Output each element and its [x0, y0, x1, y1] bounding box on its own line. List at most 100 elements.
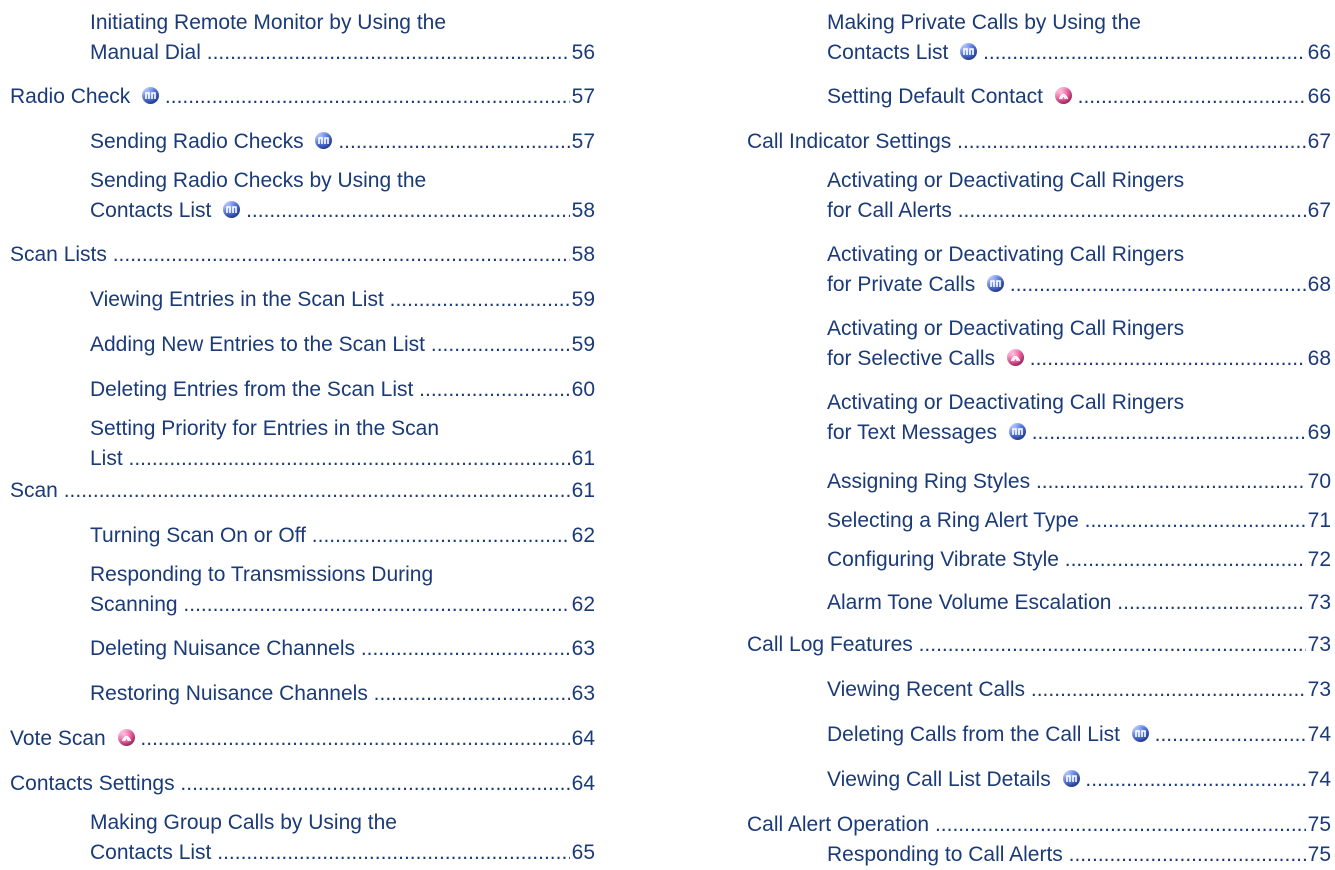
toc-entry-title: Viewing Entries in the Scan List — [90, 288, 390, 311]
toc-entry-title: Restoring Nuisance Channels — [90, 682, 374, 705]
toc-entry[interactable]: Viewing Call List Details 74 — [827, 765, 1331, 795]
toc-entry-page-number: 61 — [571, 479, 595, 502]
toc-entry[interactable]: Configuring Vibrate Style 72 — [827, 545, 1331, 575]
toc-entry-page-number: 66 — [1307, 85, 1331, 108]
toc-entry[interactable]: Assigning Ring Styles 70 — [827, 467, 1331, 497]
toc-entry-page-number: 62 — [571, 593, 595, 616]
digital-mode-icon — [1062, 770, 1080, 787]
toc-entry-title: Adding New Entries to the Scan List — [90, 333, 431, 356]
toc-entry-page-number: 74 — [1307, 723, 1331, 746]
toc-entry-title-line: Activating or Deactivating Call Ringers — [827, 243, 1185, 266]
toc-entry[interactable]: Making Private Calls by Using the Contact… — [827, 8, 1331, 68]
toc-entry-leader: Alarm Tone Volume Escalation — [827, 588, 1306, 618]
toc-entry-title: Viewing Recent Calls — [827, 678, 1031, 701]
toc-entry-page-number: 58 — [571, 199, 595, 222]
toc-entry-title: Deleting Nuisance Channels — [90, 637, 361, 660]
toc-entry-title: Turning Scan On or Off — [90, 524, 312, 547]
toc-entry[interactable]: Sending Radio Checks by Using the Contact… — [90, 166, 595, 226]
toc-entry[interactable]: Call Indicator Settings 67 — [747, 127, 1331, 157]
toc-entry-leader: Radio Check — [10, 82, 570, 112]
toc-entry-title-line: Responding to Transmissions During — [90, 563, 434, 586]
digital-mode-icon — [315, 132, 333, 149]
toc-entry-title: Radio Check — [10, 85, 137, 108]
toc-entry-title: Contacts Settings — [10, 772, 181, 795]
toc-entry[interactable]: Alarm Tone Volume Escalation 73 — [827, 588, 1331, 618]
toc-entry[interactable]: Setting Priority for Entries in the Scan… — [90, 414, 595, 474]
toc-entry[interactable]: Deleting Entries from the Scan List 60 — [90, 375, 595, 405]
toc-entry-title-line: Activating or Deactivating Call Ringers — [827, 169, 1185, 192]
toc-entry-leader: Deleting Nuisance Channels — [90, 634, 570, 664]
analog-mode-icon — [117, 729, 135, 746]
toc-entry-leader: Turning Scan On or Off — [90, 521, 570, 551]
toc-entry-leader: Restoring Nuisance Channels — [90, 679, 570, 709]
toc-entry[interactable]: Scan 61 — [10, 476, 595, 506]
toc-entry[interactable]: Call Log Features 73 — [747, 630, 1331, 660]
toc-entry-page-number: 67 — [1307, 199, 1331, 222]
toc-entry-title-line: Setting Priority for Entries in the Scan — [90, 417, 439, 440]
toc-entry[interactable]: Scan Lists 58 — [10, 240, 595, 270]
toc-entry-leader: Scan — [10, 476, 570, 506]
toc-entry-title: for Private Calls — [827, 273, 982, 296]
toc-entry[interactable]: Making Group Calls by Using the Contacts … — [90, 808, 595, 868]
toc-entry[interactable]: Setting Default Contact 66 — [827, 82, 1331, 112]
toc-entry[interactable]: Activating or Deactivating Call Ringers f… — [827, 314, 1331, 374]
toc-entry-leader: Setting Default Contact — [827, 82, 1306, 112]
toc-entry[interactable]: Viewing Entries in the Scan List 59 — [90, 285, 595, 315]
toc-entry[interactable]: Activating or Deactivating Call Ringers f… — [827, 388, 1331, 448]
toc-entry-title: Scanning — [90, 593, 184, 616]
toc-entry[interactable]: Viewing Recent Calls 73 — [827, 675, 1331, 705]
toc-entry-title: Viewing Call List Details — [827, 768, 1057, 791]
toc-entry-title: for Call Alerts — [827, 199, 958, 222]
toc-entry[interactable]: Vote Scan 64 — [10, 724, 595, 754]
toc-entry[interactable]: Radio Check 57 — [10, 82, 595, 112]
toc-entry-page-number: 63 — [571, 637, 595, 660]
toc-entry[interactable]: Selecting a Ring Alert Type 71 — [827, 506, 1331, 536]
toc-entry[interactable]: Initiating Remote Monitor by Using the Ma… — [90, 8, 595, 68]
toc-entry[interactable]: Deleting Nuisance Channels 63 — [90, 634, 595, 664]
toc-entry[interactable]: Responding to Call Alerts 75 — [827, 840, 1331, 870]
toc-entry-page-number: 70 — [1307, 470, 1331, 493]
toc-entry-leader: for Selective Calls — [827, 344, 1306, 374]
toc-entry-leader: Viewing Entries in the Scan List — [90, 285, 570, 315]
toc-entry-title: Contacts List — [827, 41, 955, 64]
toc-entry[interactable]: Deleting Calls from the Call List 74 — [827, 720, 1331, 750]
toc-entry-leader: Sending Radio Checks — [90, 127, 570, 157]
toc-entry[interactable]: Sending Radio Checks 57 — [90, 127, 595, 157]
toc-entry[interactable]: Restoring Nuisance Channels 63 — [90, 679, 595, 709]
toc-entry-title: for Text Messages — [827, 421, 1003, 444]
toc-entry-leader: Call Indicator Settings — [747, 127, 1306, 157]
toc-entry-leader: for Private Calls — [827, 270, 1306, 300]
toc-entry-page-number: 75 — [1307, 813, 1331, 836]
digital-mode-icon — [223, 201, 241, 218]
toc-entry[interactable]: Call Alert Operation 75 — [747, 810, 1331, 840]
toc-entry-title: for Selective Calls — [827, 347, 1001, 370]
toc-entry-leader: Deleting Entries from the Scan List — [90, 375, 570, 405]
toc-entry-leader: Viewing Recent Calls — [827, 675, 1306, 705]
toc-entry-leader: Adding New Entries to the Scan List — [90, 330, 570, 360]
toc-entry-leader: Call Log Features — [747, 630, 1306, 660]
digital-mode-icon — [142, 87, 160, 104]
toc-entry-page-number: 72 — [1307, 548, 1331, 571]
analog-mode-icon — [1054, 87, 1072, 104]
toc-entry-page-number: 61 — [571, 447, 595, 470]
toc-entry-leader: for Text Messages — [827, 418, 1306, 448]
toc-entry-title: Responding to Call Alerts — [827, 843, 1069, 866]
toc-entry-page-number: 71 — [1307, 509, 1331, 532]
toc-entry-page-number: 63 — [571, 682, 595, 705]
analog-mode-icon — [1006, 349, 1024, 366]
toc-entry-title: List — [90, 447, 129, 470]
toc-entry[interactable]: Activating or Deactivating Call Ringers f… — [827, 240, 1331, 300]
toc-entry-page-number: 68 — [1307, 347, 1331, 370]
toc-entry-leader: Assigning Ring Styles — [827, 467, 1306, 497]
toc-entry[interactable]: Turning Scan On or Off 62 — [90, 521, 595, 551]
toc-entry[interactable]: Activating or Deactivating Call Ringers f… — [827, 166, 1331, 226]
toc-entry-title: Configuring Vibrate Style — [827, 548, 1065, 571]
digital-mode-icon — [1131, 725, 1149, 742]
toc-entry-title: Call Log Features — [747, 633, 919, 656]
toc-entry[interactable]: Contacts Settings 64 — [10, 769, 595, 799]
toc-entry-leader: Configuring Vibrate Style — [827, 545, 1306, 575]
toc-entry-page-number: 67 — [1307, 130, 1331, 153]
toc-entry[interactable]: Responding to Transmissions During Scanni… — [90, 560, 595, 620]
toc-entry-title-line: Making Group Calls by Using the — [90, 811, 397, 834]
toc-entry[interactable]: Adding New Entries to the Scan List 59 — [90, 330, 595, 360]
